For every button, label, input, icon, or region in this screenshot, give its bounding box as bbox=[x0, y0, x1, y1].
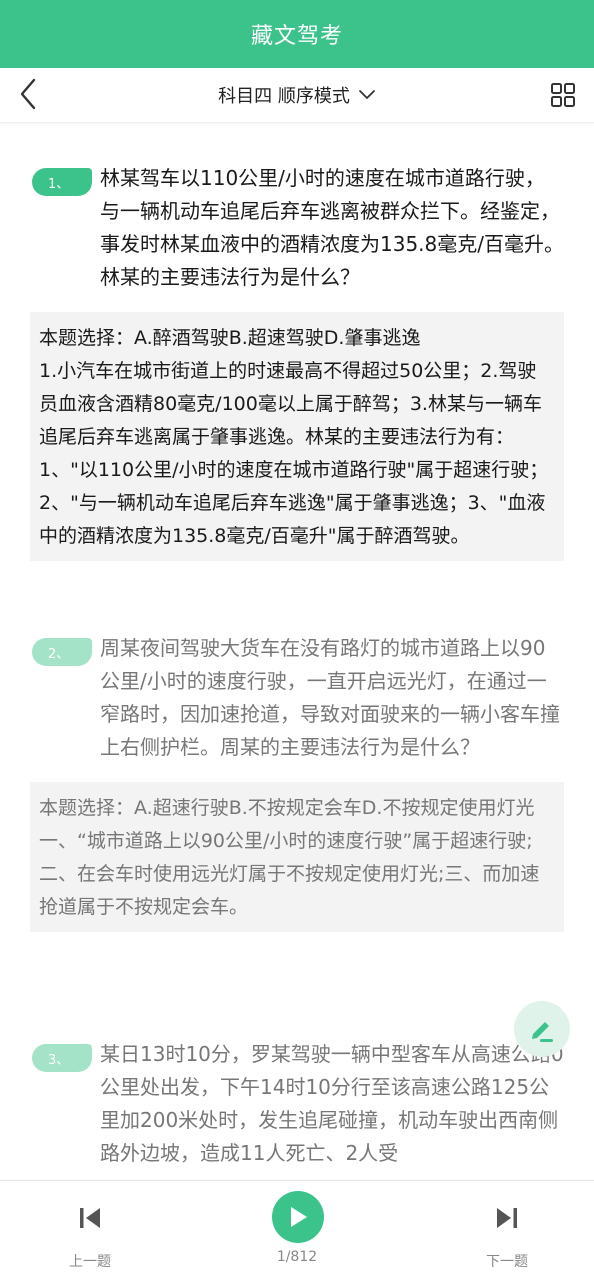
chevron-down-icon[interactable] bbox=[358, 89, 376, 101]
back-button[interactable] bbox=[10, 76, 46, 112]
prev-question-button[interactable]: 上一题 bbox=[35, 1181, 145, 1281]
app-title: 藏文驾考 bbox=[250, 24, 343, 49]
grid-icon bbox=[551, 83, 575, 107]
answer-choice: 本题选择：A.超速行驶B.不按规定会车D.不按规定使用灯光 bbox=[39, 797, 535, 819]
skip-next-icon bbox=[497, 1208, 517, 1228]
nav-bar: 科目四 顺序模式 bbox=[0, 68, 594, 123]
question-list[interactable]: 1、 林某驾车以110公里/小时的速度在城市道路行驶，与一辆机动车追尾后弃车逃离… bbox=[0, 122, 594, 1180]
pencil-note-icon bbox=[532, 1022, 553, 1042]
question-header: 2、 周某夜间驾驶大货车在没有路灯的城市道路上以90公里/小时的速度行驶，一直开… bbox=[0, 632, 594, 764]
question-header: 1、 林某驾车以110公里/小时的速度在城市道路行驶，与一辆机动车追尾后弃车逃离… bbox=[0, 162, 594, 294]
question-header: 3、 某日13时10分，罗某驾驶一辆中型客车从高速公路0公里处出发，下午14时1… bbox=[0, 1038, 594, 1170]
answer-explanation: 本题选择：A.醉酒驾驶B.超速驾驶D.肇事逃逸 1.小汽车在城市街道上的时速最高… bbox=[30, 312, 564, 561]
question-item: 3、 某日13时10分，罗某驾驶一辆中型客车从高速公路0公里处出发，下午14时1… bbox=[0, 1038, 594, 1170]
next-question-button[interactable]: 下一题 bbox=[452, 1181, 562, 1281]
question-item: 1、 林某驾车以110公里/小时的速度在城市道路行驶，与一辆机动车追尾后弃车逃离… bbox=[0, 162, 594, 561]
question-number-badge: 1、 bbox=[32, 168, 92, 196]
question-item: 2、 周某夜间驾驶大货车在没有路灯的城市道路上以90公里/小时的速度行驶，一直开… bbox=[0, 632, 594, 932]
play-icon bbox=[291, 1207, 307, 1227]
next-question-label: 下一题 bbox=[486, 1254, 528, 1270]
mode-selector-wrap: 科目四 顺序模式 bbox=[0, 68, 594, 122]
explanation-text: 一、“城市道路上以90公里/小时的速度行驶”属于超速行驶;二、在会车时使用远光灯… bbox=[39, 830, 540, 918]
app-header: 藏文驾考 bbox=[0, 0, 594, 68]
mode-selector[interactable]: 科目四 顺序模式 bbox=[218, 82, 350, 108]
chevron-left-icon bbox=[20, 78, 36, 110]
question-text: 某日13时10分，罗某驾驶一辆中型客车从高速公路0公里处出发，下午14时10分行… bbox=[100, 1042, 564, 1165]
grid-view-button[interactable] bbox=[550, 82, 576, 108]
skip-previous-icon bbox=[80, 1208, 100, 1228]
question-text: 周某夜间驾驶大货车在没有路灯的城市道路上以90公里/小时的速度行驶，一直开启远光… bbox=[100, 636, 560, 759]
answer-choice: 本题选择：A.醉酒驾驶B.超速驾驶D.肇事逃逸 bbox=[39, 327, 421, 349]
bottom-toolbar: 上一题 1/812 下一题 bbox=[0, 1180, 594, 1281]
note-button[interactable] bbox=[514, 1001, 570, 1057]
question-number-badge: 2、 bbox=[32, 638, 92, 666]
explanation-text: 1.小汽车在城市街道上的时速最高不得超过50公里；2.驾驶员血液含酒精80毫克/… bbox=[39, 360, 549, 547]
question-text: 林某驾车以110公里/小时的速度在城市道路行驶，与一辆机动车追尾后弃车逃离被群众… bbox=[100, 166, 564, 289]
answer-explanation: 本题选择：A.超速行驶B.不按规定会车D.不按规定使用灯光 一、“城市道路上以9… bbox=[30, 782, 564, 932]
question-number-badge: 3、 bbox=[32, 1044, 92, 1072]
play-button[interactable] bbox=[272, 1191, 324, 1243]
